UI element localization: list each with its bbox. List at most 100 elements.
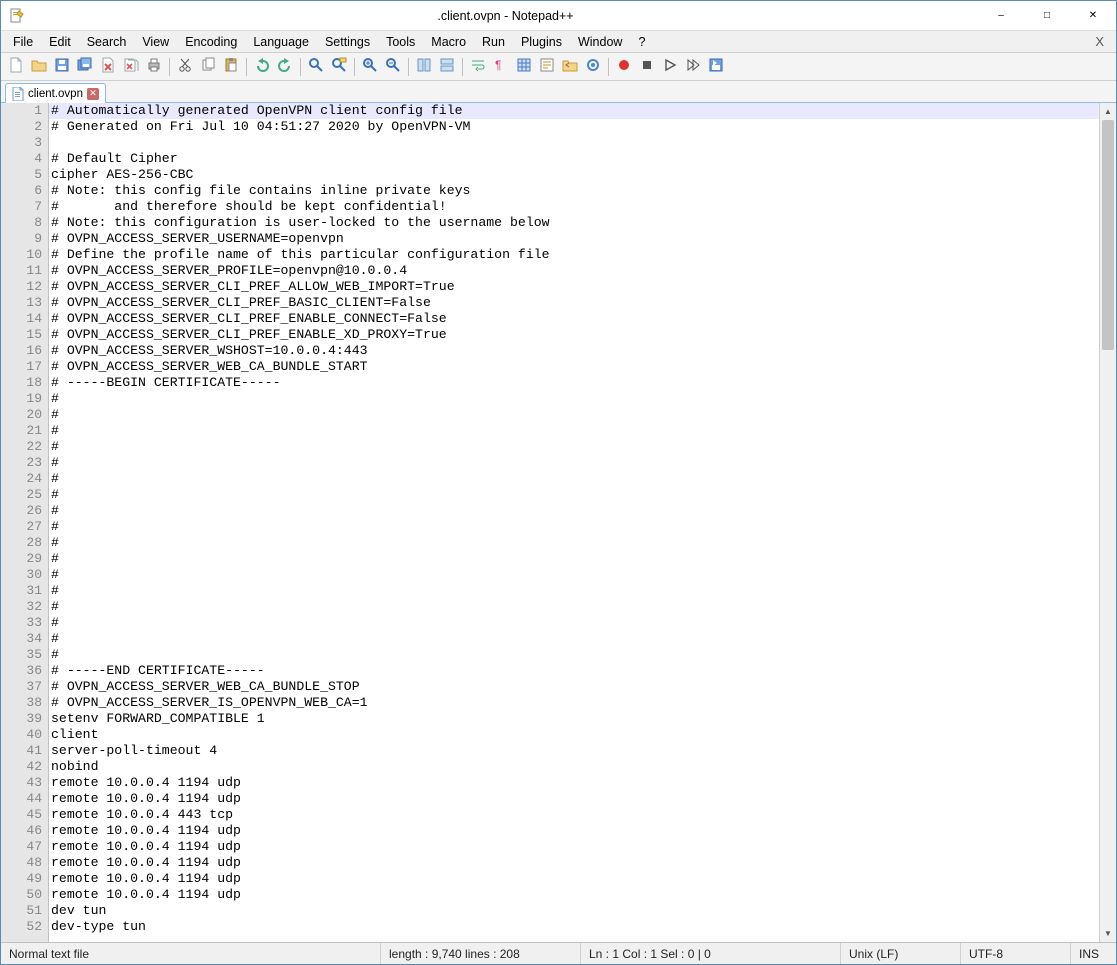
code-line[interactable]: # [49, 391, 1099, 407]
code-line[interactable]: # [49, 567, 1099, 583]
code-line[interactable]: # OVPN_ACCESS_SERVER_CLI_PREF_ENABLE_CON… [49, 311, 1099, 327]
sync-v-button[interactable] [413, 56, 435, 78]
code-line[interactable]: # -----END CERTIFICATE----- [49, 663, 1099, 679]
code-line[interactable]: # Note: this configuration is user-locke… [49, 215, 1099, 231]
code-line[interactable]: # [49, 551, 1099, 567]
code-line[interactable]: # OVPN_ACCESS_SERVER_CLI_PREF_BASIC_CLIE… [49, 295, 1099, 311]
indent-guide-button[interactable] [513, 56, 535, 78]
play-multi-button[interactable] [682, 56, 704, 78]
status-insert-mode[interactable]: INS [1071, 943, 1116, 964]
print-button[interactable] [143, 56, 165, 78]
menu-macro[interactable]: Macro [423, 33, 474, 51]
code-line[interactable]: # Define the profile name of this partic… [49, 247, 1099, 263]
zoom-out-button[interactable] [382, 56, 404, 78]
menu-run[interactable]: Run [474, 33, 513, 51]
code-line[interactable]: remote 10.0.0.4 1194 udp [49, 823, 1099, 839]
close-tab-icon[interactable]: ✕ [87, 88, 99, 100]
record-button[interactable] [613, 56, 635, 78]
code-line[interactable]: # [49, 439, 1099, 455]
code-line[interactable] [49, 135, 1099, 151]
code-line[interactable]: cipher AES-256-CBC [49, 167, 1099, 183]
code-line[interactable]: # OVPN_ACCESS_SERVER_CLI_PREF_ENABLE_XD_… [49, 327, 1099, 343]
code-line[interactable]: client [49, 727, 1099, 743]
menu-window[interactable]: Window [570, 33, 630, 51]
stop-button[interactable] [636, 56, 658, 78]
mdi-close-button[interactable]: X [1087, 34, 1112, 49]
code-line[interactable]: # [49, 487, 1099, 503]
code-line[interactable]: # OVPN_ACCESS_SERVER_PROFILE=openvpn@10.… [49, 263, 1099, 279]
menu-file[interactable]: File [5, 33, 41, 51]
zoom-in-button[interactable] [359, 56, 381, 78]
code-line[interactable]: # [49, 519, 1099, 535]
code-line[interactable]: # OVPN_ACCESS_SERVER_WEB_CA_BUNDLE_STOP [49, 679, 1099, 695]
all-chars-button[interactable]: ¶ [490, 56, 512, 78]
code-line[interactable]: # -----BEGIN CERTIFICATE----- [49, 375, 1099, 391]
menu-plugins[interactable]: Plugins [513, 33, 570, 51]
maximize-button[interactable]: □ [1024, 1, 1070, 31]
redo-button[interactable] [274, 56, 296, 78]
play-button[interactable] [659, 56, 681, 78]
vertical-scrollbar[interactable]: ▲ ▼ [1099, 103, 1116, 942]
status-encoding[interactable]: UTF-8 [961, 943, 1071, 964]
paste-button[interactable] [220, 56, 242, 78]
scroll-up-arrow[interactable]: ▲ [1100, 103, 1116, 120]
close-button[interactable]: ✕ [1070, 1, 1116, 31]
code-line[interactable]: # [49, 407, 1099, 423]
minimize-button[interactable]: – [978, 1, 1024, 31]
scroll-down-arrow[interactable]: ▼ [1100, 925, 1116, 942]
menu-help[interactable]: ? [630, 33, 653, 51]
code-line[interactable]: nobind [49, 759, 1099, 775]
save-all-button[interactable] [74, 56, 96, 78]
code-line[interactable]: # [49, 535, 1099, 551]
save-macro-button[interactable] [705, 56, 727, 78]
new-file-button[interactable] [5, 56, 27, 78]
code-line[interactable]: # [49, 455, 1099, 471]
replace-button[interactable] [328, 56, 350, 78]
code-line[interactable]: # OVPN_ACCESS_SERVER_WEB_CA_BUNDLE_START [49, 359, 1099, 375]
code-line[interactable]: remote 10.0.0.4 1194 udp [49, 791, 1099, 807]
code-line[interactable]: # Generated on Fri Jul 10 04:51:27 2020 … [49, 119, 1099, 135]
menu-encoding[interactable]: Encoding [177, 33, 245, 51]
scroll-track[interactable] [1100, 120, 1116, 925]
code-line[interactable]: dev tun [49, 903, 1099, 919]
code-line[interactable]: setenv FORWARD_COMPATIBLE 1 [49, 711, 1099, 727]
code-line[interactable]: # [49, 631, 1099, 647]
code-line[interactable]: remote 10.0.0.4 1194 udp [49, 887, 1099, 903]
tab-client-ovpn[interactable]: client.ovpn ✕ [5, 83, 106, 103]
code-line[interactable]: # Automatically generated OpenVPN client… [49, 103, 1099, 119]
code-line[interactable]: # Note: this config file contains inline… [49, 183, 1099, 199]
code-line[interactable]: # [49, 423, 1099, 439]
code-line[interactable]: # OVPN_ACCESS_SERVER_USERNAME=openvpn [49, 231, 1099, 247]
code-line[interactable]: dev-type tun [49, 919, 1099, 935]
open-file-button[interactable] [28, 56, 50, 78]
menu-edit[interactable]: Edit [41, 33, 79, 51]
menu-view[interactable]: View [134, 33, 177, 51]
code-line[interactable]: # [49, 599, 1099, 615]
code-line[interactable]: # Default Cipher [49, 151, 1099, 167]
menu-search[interactable]: Search [79, 33, 135, 51]
code-line[interactable]: remote 10.0.0.4 1194 udp [49, 871, 1099, 887]
code-line[interactable]: remote 10.0.0.4 1194 udp [49, 855, 1099, 871]
code-line[interactable]: # and therefore should be kept confident… [49, 199, 1099, 215]
find-button[interactable] [305, 56, 327, 78]
monitor-button[interactable] [582, 56, 604, 78]
code-line[interactable]: # [49, 647, 1099, 663]
menu-tools[interactable]: Tools [378, 33, 423, 51]
code-line[interactable]: # [49, 503, 1099, 519]
scroll-thumb[interactable] [1102, 120, 1114, 350]
code-line[interactable]: remote 10.0.0.4 1194 udp [49, 839, 1099, 855]
sync-h-button[interactable] [436, 56, 458, 78]
wrap-button[interactable] [467, 56, 489, 78]
close-button[interactable] [97, 56, 119, 78]
code-line[interactable]: # OVPN_ACCESS_SERVER_WSHOST=10.0.0.4:443 [49, 343, 1099, 359]
close-all-button[interactable] [120, 56, 142, 78]
lang-button[interactable] [536, 56, 558, 78]
code-line[interactable]: # OVPN_ACCESS_SERVER_CLI_PREF_ALLOW_WEB_… [49, 279, 1099, 295]
code-line[interactable]: remote 10.0.0.4 443 tcp [49, 807, 1099, 823]
code-line[interactable]: # [49, 615, 1099, 631]
copy-button[interactable] [197, 56, 219, 78]
code-line[interactable]: server-poll-timeout 4 [49, 743, 1099, 759]
cut-button[interactable] [174, 56, 196, 78]
menu-language[interactable]: Language [245, 33, 317, 51]
code-editor[interactable]: # Automatically generated OpenVPN client… [49, 103, 1099, 942]
